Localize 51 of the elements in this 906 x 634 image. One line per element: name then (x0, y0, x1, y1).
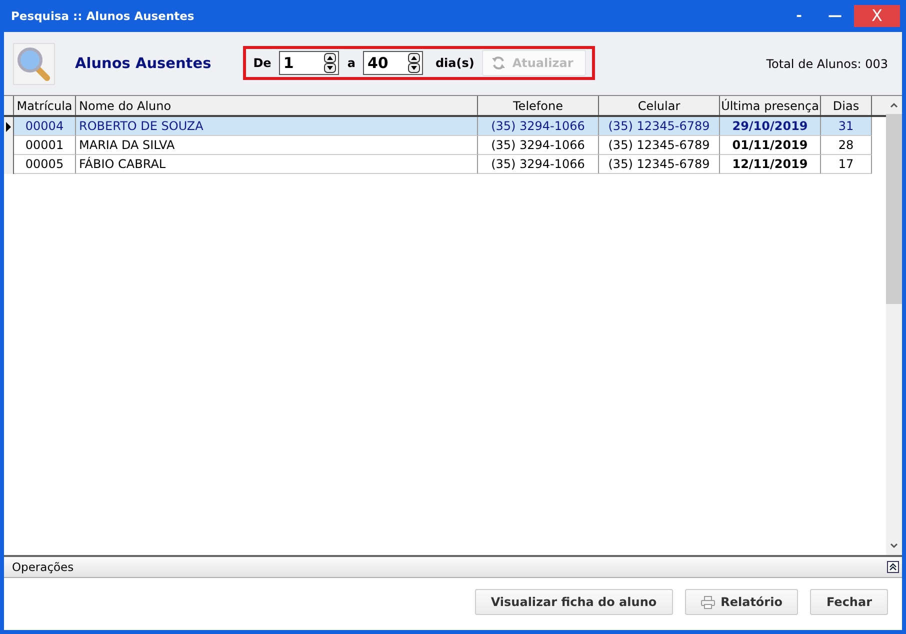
table-cell: 31 (821, 117, 872, 136)
operations-title: Operações (12, 560, 74, 574)
column-header[interactable]: Celular (599, 96, 720, 115)
column-header[interactable]: Dias (821, 96, 872, 115)
table-cell: ROBERTO DE SOUZA (76, 117, 478, 136)
row-pointer-icon (6, 122, 11, 132)
table-cell: (35) 12345-6789 (599, 117, 720, 136)
table-cell: FÁBIO CABRAL (76, 155, 478, 174)
table-cell: (35) 3294-1066 (478, 155, 599, 174)
table-cell: 29/10/2019 (720, 117, 821, 136)
table-cell: MARIA DA SILVA (76, 136, 478, 155)
table-cell: 00001 (14, 136, 76, 155)
total-count: Total de Alunos: 003 (766, 56, 888, 70)
table-cell: (35) 12345-6789 (599, 155, 720, 174)
table-row[interactable]: 00001 MARIA DA SILVA (35) 3294-1066 (35) 12345-6789 01/11/2019 28 (4, 136, 886, 155)
window-control[interactable]: - (782, 5, 816, 27)
table-cell: 00005 (14, 155, 76, 174)
column-header[interactable]: Nome do Aluno (76, 96, 478, 115)
to-label: a (347, 56, 356, 70)
report-button[interactable]: Relatório (684, 589, 798, 615)
close-button[interactable]: X (854, 5, 900, 27)
spinner-icon (408, 52, 420, 72)
table-row[interactable]: 00005 FÁBIO CABRAL (35) 3294-1066 (35) 12345-6789 12/11/2019 17 (4, 155, 886, 174)
column-header[interactable]: Última presença (720, 96, 821, 115)
table-cell: 12/11/2019 (720, 155, 821, 174)
table-cell: (35) 3294-1066 (478, 136, 599, 155)
table-row[interactable]: 00004 ROBERTO DE SOUZA (35) 3294-1066 (35) 12345-6789 29/10/2019 31 (4, 117, 886, 136)
table-cell: 28 (821, 136, 872, 155)
scrollbar[interactable] (886, 96, 902, 555)
page-title: Alunos Ausentes (75, 56, 212, 72)
from-label: De (253, 56, 272, 70)
table-cell: 01/11/2019 (720, 136, 821, 155)
action-button[interactable]: Visualizar ficha do aluno (474, 589, 673, 615)
action-button[interactable]: Fechar (810, 589, 888, 615)
search-icon (13, 42, 55, 84)
column-header[interactable]: Matrícula (14, 96, 76, 115)
refresh-icon (491, 56, 506, 70)
number-field[interactable]: 1 (279, 50, 340, 74)
table-cell: 17 (821, 155, 872, 174)
table-cell: (35) 3294-1066 (478, 117, 599, 136)
table-cell: 00004 (14, 117, 76, 136)
printer-icon (700, 596, 715, 608)
unit-label: dia(s) (435, 56, 474, 70)
window-title: Pesquisa :: Alunos Ausentes (10, 9, 196, 23)
row-indicator[interactable] (4, 117, 14, 136)
collapse-icon[interactable] (887, 561, 899, 573)
minimize-button[interactable]: — (818, 5, 852, 27)
column-header[interactable]: Telefone (478, 96, 599, 115)
number-field[interactable]: 40 (363, 50, 424, 74)
table-cell: (35) 12345-6789 (599, 136, 720, 155)
spinner-icon (324, 52, 336, 72)
